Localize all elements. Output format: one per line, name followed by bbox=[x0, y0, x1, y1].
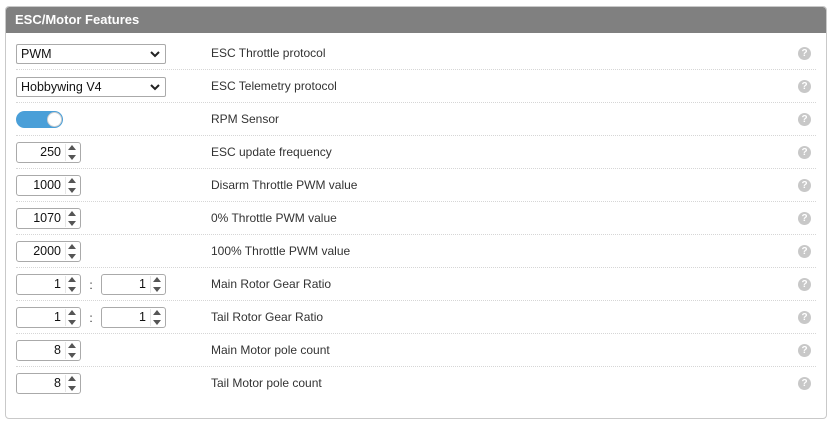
row-tail-rotor-gear-ratio: 1 : 1 Tail Rotor Gear Ratio ? bbox=[16, 301, 816, 334]
full-throttle-pwm-label: 100% Throttle PWM value bbox=[211, 244, 351, 258]
tail-motor-pole-count-input[interactable]: 8 bbox=[16, 373, 81, 394]
spinner-arrows-icon[interactable] bbox=[150, 309, 163, 326]
esc-update-frequency-label: ESC update frequency bbox=[211, 145, 332, 159]
main-rotor-gear-ratio-left-input[interactable]: 1 bbox=[16, 274, 81, 295]
main-motor-pole-count-input[interactable]: 8 bbox=[16, 340, 81, 361]
esc-update-frequency-input[interactable]: 250 bbox=[16, 142, 81, 163]
zero-throttle-pwm-label: 0% Throttle PWM value bbox=[211, 211, 337, 225]
zero-throttle-pwm-input[interactable]: 1070 bbox=[16, 208, 81, 229]
input-value: 250 bbox=[40, 145, 61, 159]
row-rpm-sensor: RPM Sensor ? bbox=[16, 103, 816, 136]
spinner-arrows-icon[interactable] bbox=[65, 243, 78, 260]
input-value: 1 bbox=[54, 277, 61, 291]
spinner-arrows-icon[interactable] bbox=[65, 309, 78, 326]
row-esc-update-frequency: 250 ESC update frequency ? bbox=[16, 136, 816, 169]
input-value: 2000 bbox=[33, 244, 61, 258]
spinner-arrows-icon[interactable] bbox=[65, 276, 78, 293]
row-esc-throttle-protocol: PWM ESC Throttle protocol ? bbox=[16, 37, 816, 70]
help-icon[interactable]: ? bbox=[798, 113, 811, 126]
help-icon[interactable]: ? bbox=[798, 245, 811, 258]
settings-list: PWM ESC Throttle protocol ? Hobbywing V4… bbox=[6, 33, 826, 400]
main-motor-pole-count-label: Main Motor pole count bbox=[211, 343, 330, 357]
select-value: PWM bbox=[21, 46, 52, 61]
row-disarm-throttle-pwm: 1000 Disarm Throttle PWM value ? bbox=[16, 169, 816, 202]
rpm-sensor-toggle[interactable] bbox=[16, 111, 63, 128]
ratio-separator: : bbox=[89, 277, 93, 292]
help-icon[interactable]: ? bbox=[798, 278, 811, 291]
main-rotor-gear-ratio-right-input[interactable]: 1 bbox=[101, 274, 166, 295]
spinner-arrows-icon[interactable] bbox=[65, 210, 78, 227]
toggle-knob bbox=[47, 112, 62, 127]
help-icon[interactable]: ? bbox=[798, 212, 811, 225]
disarm-throttle-pwm-input[interactable]: 1000 bbox=[16, 175, 81, 196]
esc-motor-features-panel: ESC/Motor Features PWM ESC Throttle prot… bbox=[5, 6, 827, 419]
input-value: 8 bbox=[54, 343, 61, 357]
tail-rotor-gear-ratio-right-input[interactable]: 1 bbox=[101, 307, 166, 328]
input-value: 1 bbox=[139, 310, 146, 324]
tail-motor-pole-count-label: Tail Motor pole count bbox=[211, 376, 322, 390]
help-icon[interactable]: ? bbox=[798, 47, 811, 60]
help-icon[interactable]: ? bbox=[798, 344, 811, 357]
help-icon[interactable]: ? bbox=[798, 146, 811, 159]
row-zero-throttle-pwm: 1070 0% Throttle PWM value ? bbox=[16, 202, 816, 235]
spinner-arrows-icon[interactable] bbox=[65, 342, 78, 359]
esc-throttle-protocol-select[interactable]: PWM bbox=[16, 43, 166, 64]
row-main-rotor-gear-ratio: 1 : 1 Main Rotor Gear Ratio ? bbox=[16, 268, 816, 301]
help-icon[interactable]: ? bbox=[798, 179, 811, 192]
row-tail-motor-pole-count: 8 Tail Motor pole count ? bbox=[16, 367, 816, 400]
tail-rotor-gear-ratio-left-input[interactable]: 1 bbox=[16, 307, 81, 328]
row-esc-telemetry-protocol: Hobbywing V4 ESC Telemetry protocol ? bbox=[16, 70, 816, 103]
spinner-arrows-icon[interactable] bbox=[65, 144, 78, 161]
tail-rotor-gear-ratio-label: Tail Rotor Gear Ratio bbox=[211, 310, 324, 324]
row-main-motor-pole-count: 8 Main Motor pole count ? bbox=[16, 334, 816, 367]
disarm-throttle-pwm-label: Disarm Throttle PWM value bbox=[211, 178, 358, 192]
help-icon[interactable]: ? bbox=[798, 377, 811, 390]
input-value: 1 bbox=[139, 277, 146, 291]
esc-telemetry-protocol-label: ESC Telemetry protocol bbox=[211, 79, 337, 93]
input-value: 1000 bbox=[33, 178, 61, 192]
spinner-arrows-icon[interactable] bbox=[65, 177, 78, 194]
chevron-down-icon bbox=[150, 50, 160, 57]
row-full-throttle-pwm: 2000 100% Throttle PWM value ? bbox=[16, 235, 816, 268]
input-value: 8 bbox=[54, 376, 61, 390]
rpm-sensor-label: RPM Sensor bbox=[211, 112, 280, 126]
select-value: Hobbywing V4 bbox=[21, 79, 102, 94]
input-value: 1 bbox=[54, 310, 61, 324]
esc-telemetry-protocol-select[interactable]: Hobbywing V4 bbox=[16, 76, 166, 97]
spinner-arrows-icon[interactable] bbox=[65, 375, 78, 392]
esc-throttle-protocol-label: ESC Throttle protocol bbox=[211, 46, 326, 60]
main-rotor-gear-ratio-label: Main Rotor Gear Ratio bbox=[211, 277, 332, 291]
panel-title: ESC/Motor Features bbox=[6, 7, 826, 33]
input-value: 1070 bbox=[33, 211, 61, 225]
spinner-arrows-icon[interactable] bbox=[150, 276, 163, 293]
help-icon[interactable]: ? bbox=[798, 311, 811, 324]
help-icon[interactable]: ? bbox=[798, 80, 811, 93]
full-throttle-pwm-input[interactable]: 2000 bbox=[16, 241, 81, 262]
ratio-separator: : bbox=[89, 310, 93, 325]
chevron-down-icon bbox=[150, 83, 160, 90]
